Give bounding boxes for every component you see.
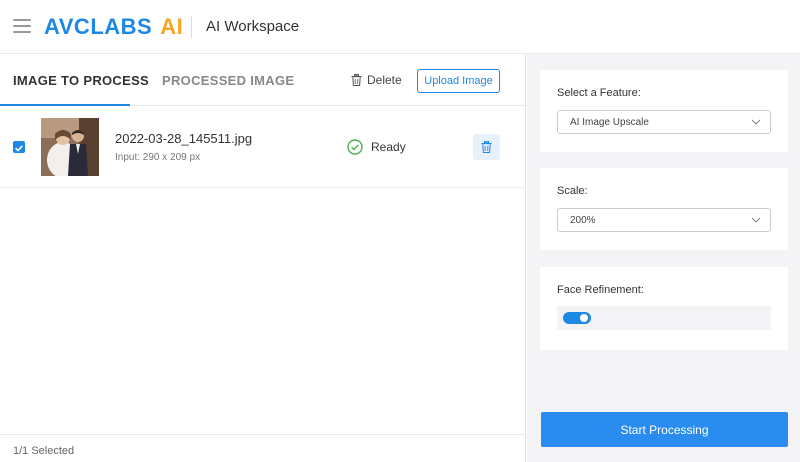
chevron-down-icon (751, 119, 761, 125)
selection-footer: 1/1 Selected (0, 434, 526, 462)
scale-select-value: 200% (570, 215, 596, 226)
file-row[interactable]: 2022-03-28_145511.jpg Input: 290 x 209 p… (0, 106, 526, 188)
tab-bar: IMAGE TO PROCESS PROCESSED IMAGE Delete … (0, 54, 526, 106)
face-refinement-toggle[interactable] (563, 312, 591, 324)
tab-processed-image[interactable]: PROCESSED IMAGE (162, 73, 294, 88)
start-processing-button[interactable]: Start Processing (541, 412, 788, 447)
scale-card: Scale: 200% (540, 168, 788, 250)
delete-button[interactable]: Delete (351, 73, 402, 87)
scale-select[interactable]: 200% (557, 208, 771, 232)
feature-select[interactable]: AI Image Upscale (557, 110, 771, 134)
face-refinement-card: Face Refinement: (540, 267, 788, 350)
trash-icon (481, 141, 492, 153)
feature-select-value: AI Image Upscale (570, 117, 649, 128)
workspace-title: AI Workspace (206, 18, 300, 35)
tab-image-to-process[interactable]: IMAGE TO PROCESS (13, 73, 149, 88)
app-header: AVCLABS AI AI Workspace (0, 0, 800, 54)
upload-image-button[interactable]: Upload Image (417, 69, 500, 93)
app-logo: AVCLABS AI (44, 14, 183, 40)
header-divider (191, 16, 192, 38)
selected-count: 1/1 Selected (13, 445, 75, 457)
scale-label: Scale: (557, 185, 588, 197)
file-status: Ready (347, 139, 406, 155)
feature-card: Select a Feature: AI Image Upscale (540, 70, 788, 152)
chevron-down-icon (751, 217, 761, 223)
image-list-panel: IMAGE TO PROCESS PROCESSED IMAGE Delete … (0, 54, 526, 462)
file-dimensions: Input: 290 x 209 px (115, 152, 201, 163)
file-thumbnail (41, 118, 99, 176)
logo-brand: AVCLABS (44, 14, 153, 39)
trash-icon (351, 74, 362, 86)
check-circle-icon (347, 139, 363, 155)
hamburger-menu-icon[interactable] (13, 19, 31, 33)
settings-panel: Select a Feature: AI Image Upscale Scale… (527, 54, 800, 462)
delete-label: Delete (367, 73, 402, 87)
feature-label: Select a Feature: (557, 87, 641, 99)
file-name: 2022-03-28_145511.jpg (115, 131, 253, 146)
checkmark-icon (15, 145, 23, 152)
face-refinement-label: Face Refinement: (557, 284, 644, 296)
row-delete-button[interactable] (473, 134, 500, 160)
status-label: Ready (371, 140, 406, 154)
face-refinement-row (557, 306, 771, 330)
toggle-knob (580, 314, 588, 322)
logo-ai: AI (160, 14, 184, 39)
file-checkbox[interactable] (13, 141, 25, 153)
